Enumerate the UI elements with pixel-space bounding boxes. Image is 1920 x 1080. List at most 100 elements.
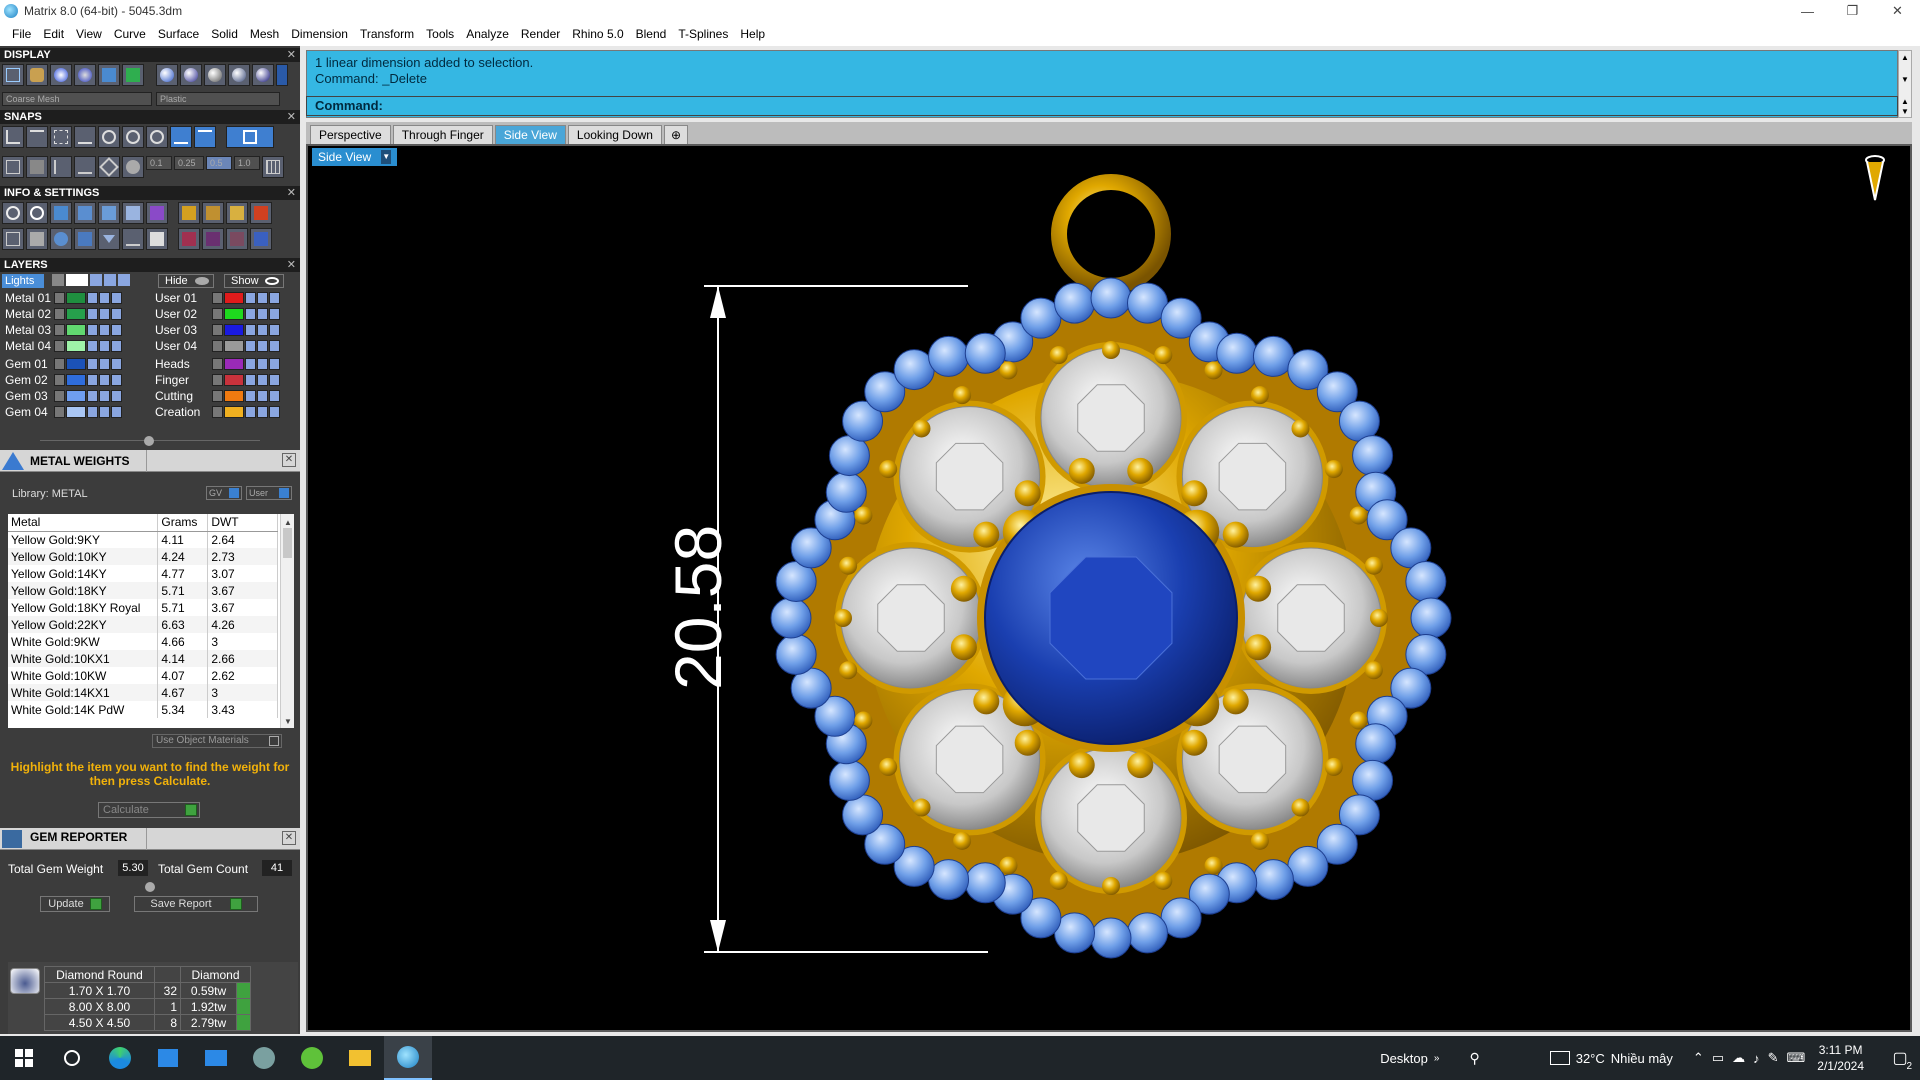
layer-color-swatch[interactable] [66, 357, 86, 370]
tool-red-icon[interactable] [250, 202, 272, 224]
scroll-thumb[interactable] [283, 528, 292, 558]
lock-icon[interactable] [87, 307, 98, 320]
tab-through-finger[interactable]: Through Finger [392, 125, 493, 144]
menu-render[interactable]: Render [515, 27, 566, 41]
print-icon[interactable] [111, 339, 122, 352]
desktop-label[interactable]: Desktop [1380, 1051, 1428, 1066]
table-row[interactable]: White Gold:14KX1 4.67 3 [8, 684, 278, 701]
tool-gold-2-icon[interactable] [202, 202, 224, 224]
snap-quad-icon[interactable] [194, 126, 216, 148]
project-icon[interactable] [50, 156, 72, 178]
snap-mid-icon[interactable] [74, 126, 96, 148]
layer-row-right[interactable]: Finger [152, 372, 280, 387]
menu-tsplines[interactable]: T-Splines [672, 27, 734, 41]
layer-color-swatch[interactable] [224, 373, 244, 386]
print-icon[interactable] [269, 339, 280, 352]
snap-cen-icon[interactable] [98, 126, 120, 148]
app-icon-2[interactable] [288, 1036, 336, 1080]
scroll-up-icon[interactable]: ▲ [1901, 97, 1909, 106]
print-icon[interactable] [111, 405, 122, 418]
lock-icon[interactable] [87, 405, 98, 418]
lock-icon[interactable] [87, 389, 98, 402]
filter-icon[interactable] [98, 228, 120, 250]
people-icon[interactable]: ⚲ [1469, 1050, 1479, 1067]
close-icon[interactable]: ✕ [282, 831, 296, 845]
smarttrack-icon[interactable] [74, 156, 96, 178]
snap-perp-icon[interactable] [146, 126, 168, 148]
gumball-icon[interactable] [98, 156, 120, 178]
network-icon[interactable]: ▭ [1712, 1050, 1724, 1066]
lock-icon[interactable] [87, 339, 98, 352]
print-icon[interactable] [111, 373, 122, 386]
book-icon[interactable] [74, 202, 96, 224]
scroll-down-icon[interactable]: ▼ [1901, 107, 1909, 116]
lights-layer[interactable]: Lights [2, 274, 44, 288]
grid-icon[interactable] [2, 156, 24, 178]
col-grams[interactable]: Grams [157, 514, 209, 532]
mesh-select[interactable]: Coarse Mesh [2, 92, 152, 106]
close-icon[interactable]: ✕ [287, 186, 296, 200]
visible-icon[interactable] [99, 389, 110, 402]
layer-color-swatch[interactable] [224, 339, 244, 352]
visible-icon[interactable] [99, 339, 110, 352]
weather-temp[interactable]: 32°C [1576, 1051, 1605, 1066]
matrix-app-icon[interactable] [384, 1036, 432, 1080]
lock-icon[interactable] [245, 405, 256, 418]
ghosted-icon[interactable] [26, 64, 48, 86]
visible-icon[interactable] [257, 389, 268, 402]
user-toggle[interactable]: User [246, 486, 292, 500]
step-0-1[interactable]: 0.1 [146, 156, 172, 170]
close-icon[interactable]: ✕ [282, 453, 296, 467]
expand-icon[interactable] [54, 373, 65, 386]
select-gem-button[interactable] [236, 1014, 251, 1031]
table-row[interactable]: White Gold:10KW 4.07 2.62 [8, 667, 278, 684]
snap-end-icon[interactable] [2, 126, 24, 148]
tool-purple-2-icon[interactable] [202, 228, 224, 250]
expand-icon[interactable] [54, 405, 65, 418]
lights-swatch[interactable] [66, 274, 88, 286]
maximize-button[interactable]: ❐ [1830, 0, 1875, 22]
scroll-up-icon[interactable]: ▲ [284, 518, 292, 527]
cube-icon[interactable] [146, 202, 168, 224]
menu-help[interactable]: Help [734, 27, 771, 41]
file-explorer-icon[interactable] [336, 1036, 384, 1080]
calculate-button[interactable]: Calculate [98, 802, 200, 818]
material-select[interactable]: Plastic [156, 92, 280, 106]
tool-purple-3-icon[interactable] [226, 228, 248, 250]
clock[interactable]: 3:11 PM 2/1/2024 [1817, 1042, 1864, 1074]
window-icon[interactable] [26, 228, 48, 250]
rendered-icon[interactable] [74, 64, 96, 86]
sphere-mat-3-icon[interactable] [204, 64, 226, 86]
col-dwt[interactable]: DWT [207, 514, 278, 532]
layer-color-swatch[interactable] [66, 389, 86, 402]
grid-snap-icon[interactable] [262, 156, 284, 178]
sphere-mat-2-icon[interactable] [180, 64, 202, 86]
table-row[interactable]: White Gold:9KW 4.66 3 [8, 633, 278, 650]
layer-row-right[interactable]: User 02 [152, 306, 280, 321]
layer-row-left[interactable]: Metal 01 [2, 290, 122, 305]
sphere-mat-5-icon[interactable] [252, 64, 274, 86]
layer-row-left[interactable]: Metal 02 [2, 306, 122, 321]
table-row[interactable]: Yellow Gold:10KY 4.24 2.73 [8, 548, 278, 565]
use-object-materials-checkbox[interactable]: Use Object Materials [152, 734, 282, 748]
pen-icon[interactable]: ✎ [1768, 1050, 1779, 1066]
sphere-mat-1-icon[interactable] [156, 64, 178, 86]
visible-icon[interactable] [257, 339, 268, 352]
menu-dimension[interactable]: Dimension [285, 27, 354, 41]
clipboard-icon[interactable] [146, 228, 168, 250]
expand-icon[interactable] [54, 323, 65, 336]
lock-icon[interactable] [245, 389, 256, 402]
expand-icon[interactable] [212, 291, 223, 304]
chevron-up-icon[interactable]: ⌃ [1693, 1050, 1704, 1066]
print-icon[interactable] [269, 389, 280, 402]
layer-row-left[interactable]: Gem 04 [2, 404, 122, 419]
table-row[interactable]: White Gold:14K PdW 5.34 3.43 [8, 701, 278, 718]
weather-desc[interactable]: Nhiều mây [1611, 1051, 1673, 1066]
layer-row-left[interactable]: Metal 03 [2, 322, 122, 337]
expand-icon[interactable] [212, 307, 223, 320]
lock-icon[interactable] [87, 373, 98, 386]
menu-tools[interactable]: Tools [420, 27, 460, 41]
table-row[interactable]: 8.00 X 8.00 1 1.92tw [44, 998, 251, 1015]
expand-icon[interactable] [54, 389, 65, 402]
tab-perspective[interactable]: Perspective [310, 125, 391, 144]
